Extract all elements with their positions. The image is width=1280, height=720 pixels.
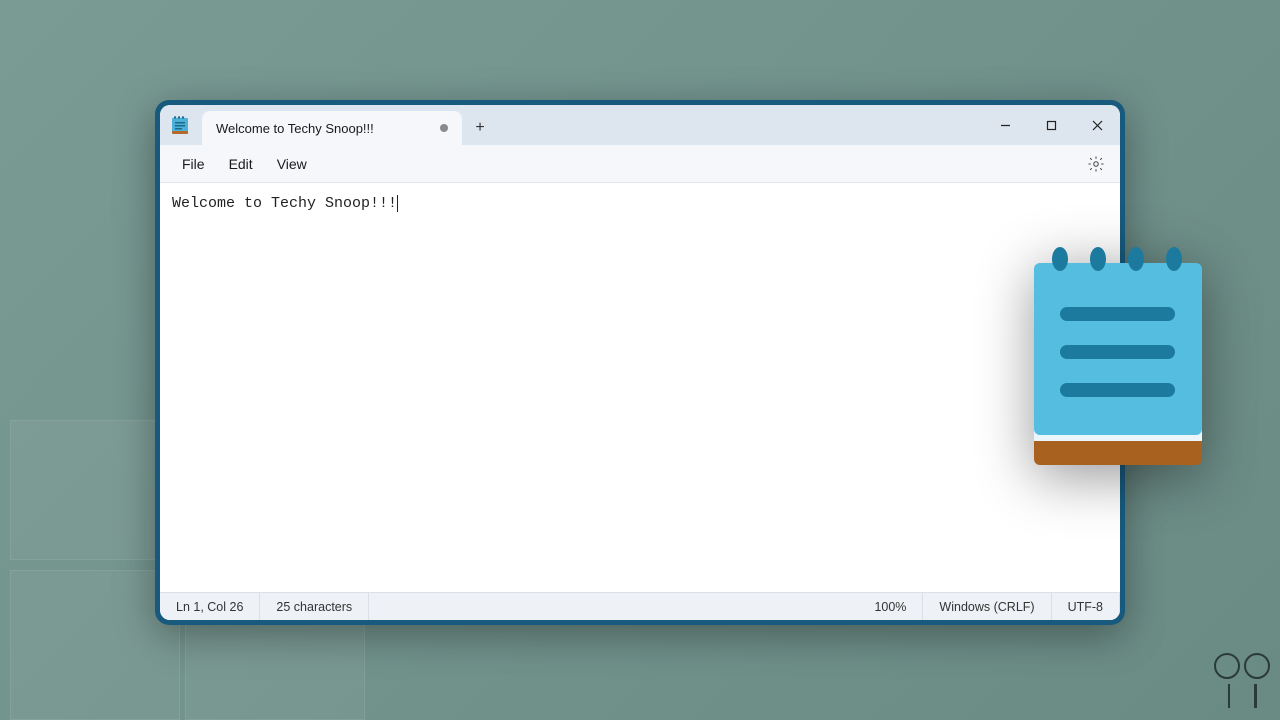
window-controls (982, 105, 1120, 145)
status-line-ending[interactable]: Windows (CRLF) (923, 593, 1051, 620)
menu-edit[interactable]: Edit (217, 150, 265, 178)
corner-decoration (1212, 653, 1272, 712)
maximize-button[interactable] (1028, 105, 1074, 145)
status-position[interactable]: Ln 1, Col 26 (160, 593, 259, 620)
tab-title: Welcome to Techy Snoop!!! (216, 121, 428, 136)
window-client: Welcome to Techy Snoop!!! + File (160, 105, 1120, 620)
close-button[interactable] (1074, 105, 1120, 145)
maximize-icon (1046, 120, 1057, 131)
settings-button[interactable] (1082, 150, 1110, 178)
titlebar[interactable]: Welcome to Techy Snoop!!! + (160, 105, 1120, 145)
new-tab-button[interactable]: + (462, 111, 498, 145)
status-char-count: 25 characters (259, 593, 369, 620)
statusbar: Ln 1, Col 26 25 characters 100% Windows … (160, 592, 1120, 620)
minimize-icon (1000, 120, 1011, 131)
status-zoom[interactable]: 100% (858, 593, 923, 620)
menubar: File Edit View (160, 145, 1120, 183)
status-encoding[interactable]: UTF-8 (1052, 593, 1120, 620)
notepad-large-icon (1030, 245, 1205, 477)
menu-view[interactable]: View (265, 150, 319, 178)
notepad-window: Welcome to Techy Snoop!!! + File (155, 100, 1125, 625)
close-icon (1092, 120, 1103, 131)
text-cursor (397, 195, 398, 212)
unsaved-dot-icon (440, 124, 448, 132)
editor-content: Welcome to Techy Snoop!!! (172, 195, 397, 212)
gear-icon (1087, 155, 1105, 173)
menu-file[interactable]: File (170, 150, 217, 178)
document-tab[interactable]: Welcome to Techy Snoop!!! (202, 111, 462, 145)
notepad-app-icon (160, 105, 200, 145)
minimize-button[interactable] (982, 105, 1028, 145)
text-editor[interactable]: Welcome to Techy Snoop!!! (160, 183, 1120, 592)
plus-icon: + (475, 119, 484, 137)
